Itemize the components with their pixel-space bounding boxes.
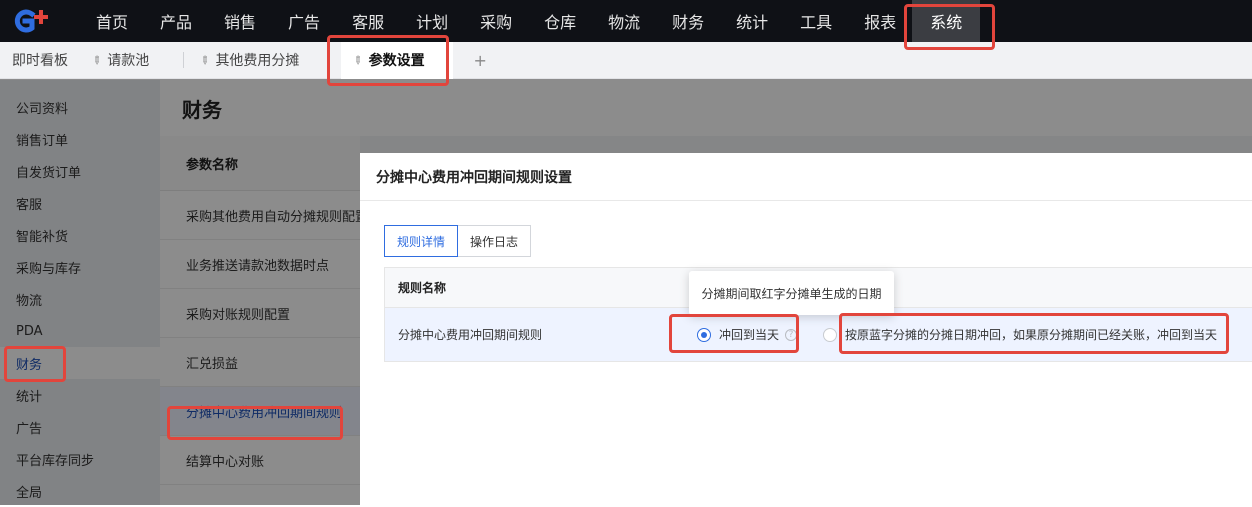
page-tab-bar: 即时看板 ✎ 请款池 ✎ 其他费用分摊 ✎ 参数设置 + <box>0 41 1252 79</box>
tab-operation-log[interactable]: 操作日志 <box>458 225 532 257</box>
tab-dashboard[interactable]: 即时看板 <box>0 42 80 79</box>
nav-item-home[interactable]: 首页 <box>62 0 144 42</box>
option-reverse-to-today[interactable]: 冲回到当天 ? <box>697 326 798 343</box>
nav-item-system[interactable]: 系统 <box>912 0 981 42</box>
add-tab-button[interactable]: + <box>453 51 506 70</box>
top-nav: 首页 产品 销售 广告 客服 计划 采购 仓库 物流 财务 统计 工具 报表 系统 <box>0 0 1252 42</box>
nav-item-ads[interactable]: 广告 <box>272 0 336 42</box>
radio-selected-icon[interactable] <box>697 327 711 342</box>
tab-label: 参数设置 <box>368 53 425 69</box>
nav-item-reports[interactable]: 报表 <box>848 0 912 42</box>
tab-payment-pool[interactable]: ✎ 请款池 <box>80 42 161 79</box>
nav-item-tools[interactable]: 工具 <box>784 0 848 42</box>
logo-icon <box>14 9 48 33</box>
option-label: 按原蓝字分摊的分摊日期冲回，如果原分摊期间已经关账，冲回到当天 <box>845 328 1218 342</box>
nav-item-customer-service[interactable]: 客服 <box>336 0 400 42</box>
option-reverse-by-original-date[interactable]: 按原蓝字分摊的分摊日期冲回，如果原分摊期间已经关账，冲回到当天 <box>823 326 1217 343</box>
tab-parameter-settings[interactable]: ✎ 参数设置 <box>341 41 454 79</box>
tab-divider <box>183 52 185 68</box>
nav-item-logistics[interactable]: 物流 <box>592 0 656 42</box>
table-row: 分摊中心费用冲回期间规则 冲回到当天 ? 按原蓝字分摊的分摊日期冲回，如果原分摊… <box>385 308 1252 361</box>
pin-icon[interactable]: ✎ <box>89 52 105 68</box>
app-logo[interactable] <box>0 0 62 42</box>
help-tooltip: 分摊期间取红字分摊单生成的日期 <box>689 271 894 315</box>
detail-tabs: 规则详情 操作日志 <box>384 225 532 257</box>
tab-other-cost-allocation[interactable]: ✎ 其他费用分摊 <box>188 42 311 79</box>
nav-item-product[interactable]: 产品 <box>144 0 208 42</box>
rule-name-cell: 分摊中心费用冲回期间规则 <box>398 328 543 342</box>
drawer-title: 分摊中心费用冲回期间规则设置 <box>360 153 1252 201</box>
pin-icon[interactable]: ✎ <box>350 52 366 68</box>
tab-label: 请款池 <box>107 53 150 69</box>
tab-rule-details[interactable]: 规则详情 <box>384 225 459 257</box>
pin-icon[interactable]: ✎ <box>197 52 213 68</box>
nav-item-sales[interactable]: 销售 <box>208 0 272 42</box>
nav-item-warehouse[interactable]: 仓库 <box>528 0 592 42</box>
nav-item-finance[interactable]: 财务 <box>656 0 720 42</box>
nav-item-statistics[interactable]: 统计 <box>720 0 784 42</box>
help-icon[interactable]: ? <box>785 328 798 341</box>
rule-settings-drawer: 分摊中心费用冲回期间规则设置 规则详情 操作日志 规则名称 分摊中心费用冲回期间… <box>360 153 1252 505</box>
nav-item-purchase[interactable]: 采购 <box>464 0 528 42</box>
nav-item-plan[interactable]: 计划 <box>400 0 464 42</box>
tab-label: 其他费用分摊 <box>215 53 300 69</box>
option-label: 冲回到当天 <box>719 328 780 342</box>
radio-unselected-icon[interactable] <box>823 327 837 342</box>
tab-label: 即时看板 <box>12 53 68 69</box>
